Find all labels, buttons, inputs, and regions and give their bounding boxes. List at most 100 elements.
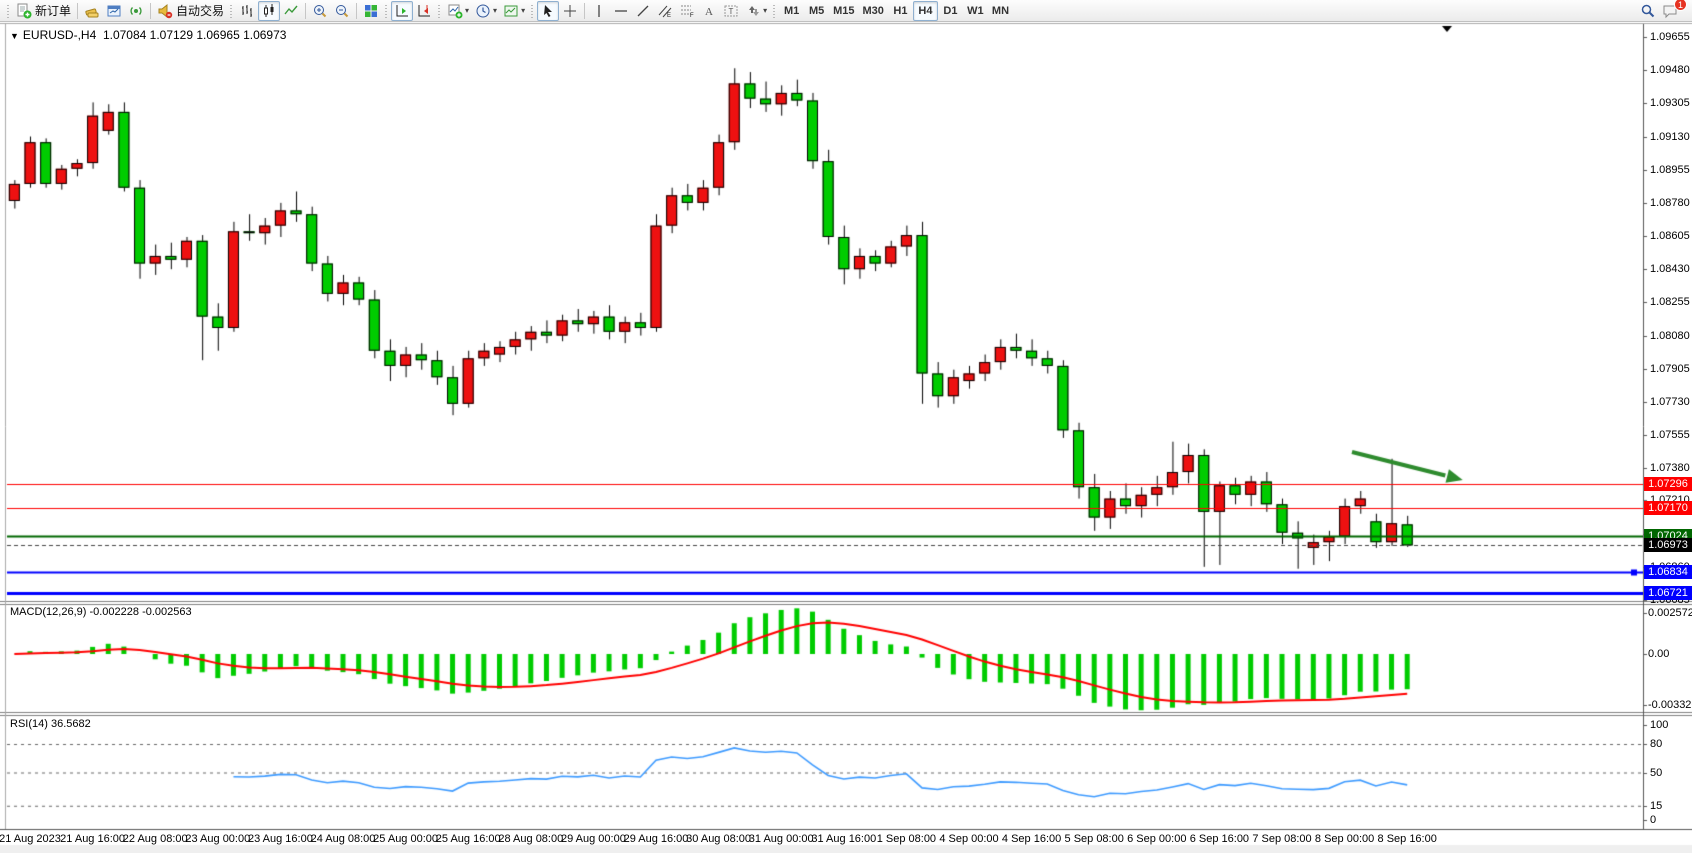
- time-axis-label: 1 Sep 08:00: [877, 833, 936, 845]
- market-watch-button[interactable]: [81, 1, 103, 21]
- time-axis-label: 22 Aug 08:00: [123, 833, 188, 845]
- data-window-button[interactable]: [103, 1, 125, 21]
- dropdown-arrow-icon[interactable]: ▾: [763, 6, 767, 15]
- timeframe-button-h4[interactable]: H4: [913, 1, 938, 21]
- price-axis-tick: 1.08605: [1650, 230, 1690, 242]
- time-axis-label: 28 Aug 08:00: [498, 833, 563, 845]
- svg-text:T: T: [729, 7, 734, 16]
- timeframe-button-w1[interactable]: W1: [963, 1, 988, 21]
- toolbar-grip[interactable]: [772, 3, 777, 19]
- price-axis-tick: 1.08780: [1650, 197, 1690, 209]
- time-axis-label: 5 Sep 08:00: [1065, 833, 1124, 845]
- collapse-arrow-icon[interactable]: ▼: [10, 31, 19, 41]
- toolbar-grip[interactable]: [229, 3, 234, 19]
- fibonacci-button[interactable]: F: [676, 1, 698, 21]
- chart-shift-icon: [416, 3, 432, 19]
- crosshair-button[interactable]: [559, 1, 581, 21]
- time-axis-label: 4 Sep 00:00: [939, 833, 998, 845]
- time-axis-label: 30 Aug 08:00: [686, 833, 751, 845]
- rsi-axis-tick: 80: [1650, 738, 1662, 750]
- timeframe-button-d1[interactable]: D1: [938, 1, 963, 21]
- zoom-out-button[interactable]: [331, 1, 353, 21]
- rsi-axis-tick: 50: [1650, 767, 1662, 779]
- trendline-icon: [635, 3, 651, 19]
- price-axis-tick: 1.09480: [1650, 64, 1690, 76]
- new-order-icon: [16, 3, 32, 19]
- time-axis-label: 24 Aug 08:00: [311, 833, 376, 845]
- timeframe-button-m1[interactable]: M1: [779, 1, 804, 21]
- clock-icon: [475, 3, 491, 19]
- time-axis-label: 23 Aug 16:00: [248, 833, 313, 845]
- price-axis-tick: 1.07905: [1650, 363, 1690, 375]
- time-axis-label: 7 Sep 08:00: [1252, 833, 1311, 845]
- price-axis-tick: 1.08255: [1650, 296, 1690, 308]
- toolbar-grip[interactable]: [530, 3, 535, 19]
- arrows-icon: [745, 3, 761, 19]
- dropdown-arrow-icon[interactable]: ▾: [465, 6, 469, 15]
- toolbar-separator: [584, 3, 585, 19]
- toolbar-grip[interactable]: [6, 3, 11, 19]
- text-label-button[interactable]: T: [720, 1, 742, 21]
- new-order-label: 新订单: [35, 2, 71, 19]
- search-button[interactable]: [1637, 1, 1659, 21]
- text-icon: A: [701, 3, 717, 19]
- price-axis-tick: 1.07730: [1650, 396, 1690, 408]
- text-button[interactable]: A: [698, 1, 720, 21]
- price-axis-tick: 1.07380: [1650, 462, 1690, 474]
- toolbar-grip[interactable]: [437, 3, 442, 19]
- timeframe-button-m15[interactable]: M15: [829, 1, 858, 21]
- candlestick-chart-button[interactable]: [258, 1, 280, 21]
- signals-button[interactable]: [125, 1, 147, 21]
- auto-scroll-button[interactable]: [391, 1, 413, 21]
- toolbar-separator: [77, 3, 78, 19]
- timeframe-button-mn[interactable]: MN: [988, 1, 1013, 21]
- chart-title: ▼EURUSD-,H4 1.07084 1.07129 1.06965 1.06…: [10, 28, 286, 42]
- data-window-icon: [106, 3, 122, 19]
- horizontal-line-button[interactable]: [610, 1, 632, 21]
- timeframe-button-m30[interactable]: M30: [859, 1, 888, 21]
- dropdown-arrow-icon[interactable]: ▾: [521, 6, 525, 15]
- notification-badge: 1: [1674, 0, 1687, 11]
- price-tag: 1.06834: [1644, 565, 1692, 579]
- timeframe-button-m5[interactable]: M5: [804, 1, 829, 21]
- signals-icon: [128, 3, 144, 19]
- toolbar: 新订单: [0, 0, 1692, 22]
- trendline-button[interactable]: [632, 1, 654, 21]
- time-axis-label: 4 Sep 16:00: [1002, 833, 1061, 845]
- line-chart-icon: [283, 3, 299, 19]
- svg-text:F: F: [690, 13, 694, 19]
- time-axis-label: 21 Aug 2023: [0, 833, 61, 845]
- shapes-button[interactable]: ▾: [742, 1, 770, 21]
- bar-chart-button[interactable]: [236, 1, 258, 21]
- auto-trading-button[interactable]: 自动交易: [154, 1, 227, 21]
- vertical-line-button[interactable]: [588, 1, 610, 21]
- chart-shift-button[interactable]: [413, 1, 435, 21]
- price-axis-tick: 1.08955: [1650, 164, 1690, 176]
- chat-button[interactable]: 1: [1659, 1, 1682, 21]
- price-chart-canvas[interactable]: [0, 22, 1692, 853]
- indicators-button[interactable]: ▾: [444, 1, 472, 21]
- chart-area: ▼EURUSD-,H4 1.07084 1.07129 1.06965 1.06…: [0, 22, 1692, 853]
- tile-windows-button[interactable]: [360, 1, 382, 21]
- dropdown-arrow-icon[interactable]: ▾: [493, 6, 497, 15]
- price-tag: 1.06973: [1644, 538, 1692, 552]
- periods-button[interactable]: ▾: [472, 1, 500, 21]
- auto-trading-icon: [157, 3, 173, 19]
- price-axis-tick: 1.09655: [1650, 31, 1690, 43]
- time-axis-label: 8 Sep 00:00: [1315, 833, 1374, 845]
- new-order-button[interactable]: 新订单: [13, 1, 74, 21]
- time-axis-label: 8 Sep 16:00: [1378, 833, 1437, 845]
- templates-button[interactable]: ▾: [500, 1, 528, 21]
- zoom-in-icon: [312, 3, 328, 19]
- svg-text:A: A: [705, 6, 713, 18]
- price-axis-tick: 1.08080: [1650, 330, 1690, 342]
- cursor-button[interactable]: [537, 1, 559, 21]
- toolbar-separator: [150, 3, 151, 19]
- equidistant-channel-button[interactable]: E: [654, 1, 676, 21]
- equidistant-channel-icon: E: [657, 3, 673, 19]
- zoom-in-button[interactable]: [309, 1, 331, 21]
- timeframe-button-h1[interactable]: H1: [888, 1, 913, 21]
- price-axis-tick: 1.07555: [1650, 429, 1690, 441]
- line-chart-button[interactable]: [280, 1, 302, 21]
- toolbar-grip[interactable]: [384, 3, 389, 19]
